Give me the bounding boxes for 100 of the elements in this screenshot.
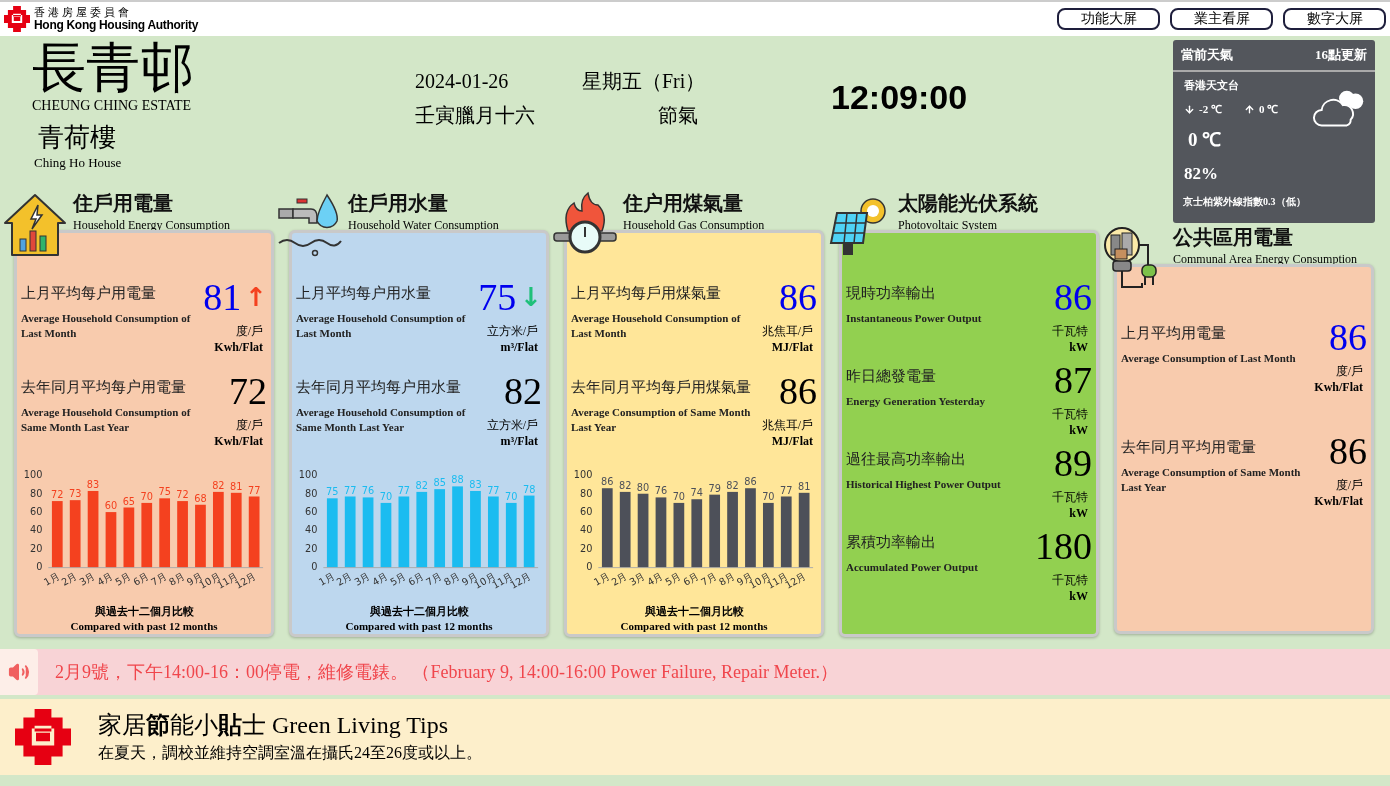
chart-caption: Compared with past 12 months xyxy=(70,619,218,634)
metric-value: 75 xyxy=(478,275,517,319)
bar xyxy=(141,502,153,568)
unit-label: kW xyxy=(1069,505,1089,521)
estate-name: 長青邨 xyxy=(32,38,195,98)
metric-description: Average Household Consumption of Last Month xyxy=(571,311,742,341)
bar-value-label: 77 xyxy=(397,484,411,496)
nav-button[interactable]: 業主看屏 xyxy=(1170,8,1273,30)
bar-value-label: 75 xyxy=(158,486,171,498)
bar-value-label: 83 xyxy=(469,479,482,491)
panel-title: 住戶用水量 xyxy=(348,192,449,214)
metric-value: 86 xyxy=(779,275,817,319)
metric-label: 去年同月平均用電量 xyxy=(1121,438,1257,457)
unit-label: MJ/Flat xyxy=(771,339,814,355)
metric-label: 過往最高功率輸出 xyxy=(846,450,967,469)
panel-subtitle: Photovoltaic System xyxy=(898,217,998,233)
bar-value-label: 77 xyxy=(780,484,793,496)
axis-tick-label: 100 xyxy=(573,469,593,481)
bar-value-label: 70 xyxy=(762,491,775,502)
axis-tick-label: 1月 xyxy=(591,570,612,588)
bar xyxy=(780,496,792,568)
metric-value: 86 xyxy=(1054,275,1092,319)
bar-value-label: 70 xyxy=(672,491,686,502)
bar-value-label: 82 xyxy=(212,479,225,491)
bar-value-label: 79 xyxy=(708,482,721,494)
bar-value-label: 70 xyxy=(379,491,393,502)
bar-value-label: 77 xyxy=(247,484,261,496)
axis-tick-label: 2月 xyxy=(59,570,80,588)
axis-tick-label: 80 xyxy=(30,487,43,499)
metric-value: 89 xyxy=(1054,441,1092,485)
axis-tick-label: 7月 xyxy=(699,570,719,588)
bar-value-label: 77 xyxy=(487,484,500,496)
clock-time: 12:09:00 xyxy=(831,77,968,117)
high-temperature: 0 ℃ xyxy=(1258,102,1279,116)
bar xyxy=(488,496,499,568)
unit-label: m³/Flat xyxy=(500,339,539,355)
bar-value-label: 73 xyxy=(68,488,82,500)
metric-label: 去年同月平均每户用電量 xyxy=(21,377,187,397)
logo-icon xyxy=(15,709,71,765)
bar xyxy=(344,496,356,568)
metric-description: Average Consumption of Same Month Last Year xyxy=(571,404,752,435)
bar xyxy=(159,498,171,568)
axis-tick-label: 5月 xyxy=(113,570,133,588)
bar-value-label: 85 xyxy=(433,477,446,489)
metric-description: Average Household Consumption of Last Month xyxy=(21,311,192,341)
date-text: 2024-01-26 xyxy=(415,69,510,94)
unit-label: 千瓦特 xyxy=(1052,489,1089,505)
bar-value-label: 81 xyxy=(797,480,811,492)
panel-title: 住戶用電量 xyxy=(73,192,174,214)
faucet-drop-icon xyxy=(277,191,343,257)
unit-label: 度/戶 xyxy=(1335,477,1364,493)
bar-value-label: 68 xyxy=(194,492,207,504)
bar-value-label: 77 xyxy=(343,484,357,496)
bar xyxy=(51,501,63,568)
axis-tick-label: 40 xyxy=(580,524,593,536)
bar-value-label: 86 xyxy=(601,476,614,488)
nav-button[interactable]: 數字大屏 xyxy=(1283,8,1386,30)
bar-value-label: 83 xyxy=(86,479,100,491)
weekday-text: 星期五（Fri） xyxy=(582,69,707,94)
axis-tick-label: 2月 xyxy=(334,570,355,588)
metric-description: Average Consumption of Last Month xyxy=(1121,351,1297,366)
axis-tick-label: 7月 xyxy=(424,570,444,588)
axis-tick-label: 40 xyxy=(305,524,318,536)
org-name: Hong Kong Housing Authority xyxy=(34,18,199,32)
axis-tick-label: 4月 xyxy=(370,570,390,588)
uv-index: 京士柏紫外線指數0.3（低） xyxy=(1182,195,1307,208)
house-chart-icon xyxy=(2,191,68,257)
nav-button[interactable]: 功能大屏 xyxy=(1057,8,1160,30)
unit-label: Kwh/Flat xyxy=(1314,493,1364,509)
axis-tick-label: 3月 xyxy=(627,570,647,588)
logo-icon xyxy=(4,6,30,32)
bar xyxy=(655,497,667,568)
arrow-up-icon xyxy=(1243,103,1255,115)
bar-value-label: 76 xyxy=(654,485,668,497)
axis-tick-label: 1月 xyxy=(41,570,62,588)
axis-tick-label: 80 xyxy=(305,487,318,499)
panel-subtitle: Household Water Consumption xyxy=(348,217,499,233)
unit-label: 兆焦耳/戶 xyxy=(761,323,814,339)
unit-label: 度/戶 xyxy=(235,323,264,339)
axis-tick-label: 7月 xyxy=(149,570,169,588)
axis-tick-label: 8月 xyxy=(441,570,462,588)
panel-title: 太陽能光伏系統 xyxy=(898,192,1038,214)
trend-arrow: ↑ xyxy=(245,282,267,312)
org-name: 香港房屋委員會 xyxy=(34,6,133,18)
bar-value-label: 80 xyxy=(636,481,650,493)
bar-value-label: 74 xyxy=(690,487,703,499)
panel-title: 公共區用電量 xyxy=(1173,226,1294,248)
metric-description: Average Household Consumption of Same Month Last Year xyxy=(21,404,192,435)
metric-label: 去年同月平均每戶用煤氣量 xyxy=(571,377,752,397)
unit-label: 千瓦特 xyxy=(1052,572,1089,588)
bar-value-label: 88 xyxy=(451,474,464,486)
bar xyxy=(105,512,117,568)
metric-label: 累積功率輸出 xyxy=(846,533,937,552)
metric-description: Energy Generation Yesterday xyxy=(846,394,986,409)
unit-label: 立方米/戶 xyxy=(486,323,539,339)
weather-title: 當前天氣 xyxy=(1181,46,1233,65)
chart-caption: Compared with past 12 months xyxy=(620,619,768,634)
metric-description: Average Household Consumption of Last Month xyxy=(296,311,467,341)
building-name-english: Ching Ho House xyxy=(33,155,123,171)
bar-value-label: 75 xyxy=(326,486,339,498)
